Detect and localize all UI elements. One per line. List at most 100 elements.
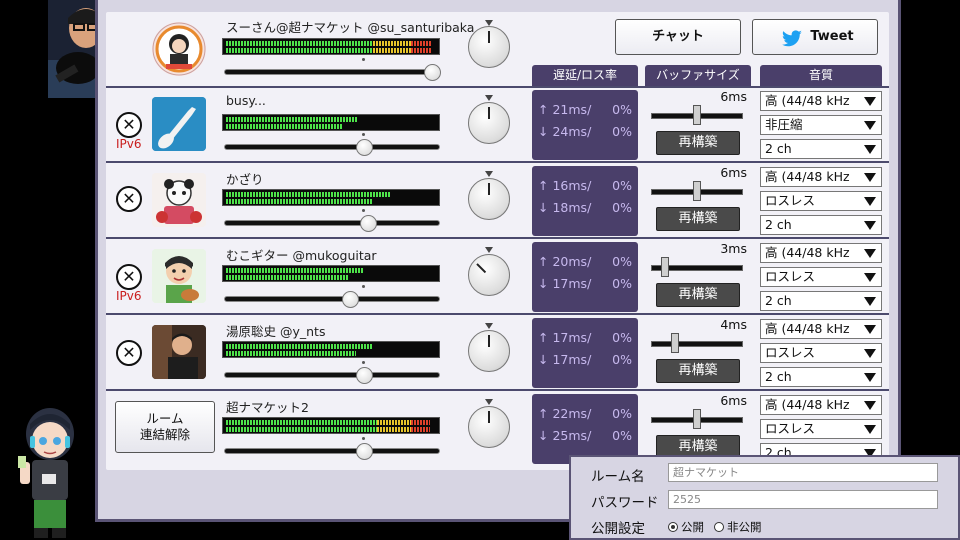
buffer-slider-thumb[interactable] (671, 333, 679, 353)
rebuild-button[interactable]: 再構築 (656, 359, 740, 383)
sample-rate-select[interactable]: 高 (44/48 kHz (760, 167, 882, 187)
up-arrow-icon: ↑ (538, 253, 549, 269)
sample-rate-select[interactable]: 高 (44/48 kHz (760, 395, 882, 415)
chevron-down-icon[interactable] (861, 169, 879, 185)
avatar (152, 249, 206, 303)
pan-knob[interactable] (468, 102, 510, 144)
volume-slider-thumb[interactable] (356, 443, 373, 460)
chevron-down-icon[interactable] (861, 345, 879, 361)
close-circle-icon[interactable]: ✕ (116, 186, 142, 212)
channels-select[interactable]: 2 ch (760, 215, 882, 235)
sample-rate-select[interactable]: 高 (44/48 kHz (760, 91, 882, 111)
close-circle-icon[interactable]: ✕ (116, 112, 142, 138)
volume-slider-thumb[interactable] (424, 64, 441, 81)
buffer-slider-thumb[interactable] (693, 409, 701, 429)
volume-slider[interactable] (222, 361, 442, 384)
volume-slider-thumb[interactable] (342, 291, 359, 308)
rebuild-button[interactable]: 再構築 (656, 207, 740, 231)
public-radio[interactable]: 公開 (668, 519, 704, 535)
pan-indicator-icon (485, 171, 493, 177)
chevron-down-icon[interactable] (861, 117, 879, 133)
chevron-down-icon[interactable] (861, 269, 879, 285)
row-divider (106, 313, 889, 315)
chevron-down-icon[interactable] (861, 193, 879, 209)
chevron-down-icon[interactable] (861, 369, 879, 385)
codec-select[interactable]: ロスレス (760, 343, 882, 363)
codec-select[interactable]: ロスレス (760, 267, 882, 287)
channels-select[interactable]: 2 ch (760, 139, 882, 159)
codec-value: 非圧縮 (765, 117, 803, 132)
volume-slider[interactable] (222, 209, 442, 232)
disconnect-label-line2: 連結解除 (139, 427, 190, 442)
tweet-button[interactable]: Tweet (752, 19, 878, 55)
buffer-slider-thumb[interactable] (693, 181, 701, 201)
channels-select[interactable]: 2 ch (760, 367, 882, 387)
radio-checked-icon (668, 522, 678, 532)
chevron-down-icon[interactable] (861, 217, 879, 233)
volume-slider-thumb[interactable] (360, 215, 377, 232)
chevron-down-icon[interactable] (861, 93, 879, 109)
level-meter (222, 417, 440, 434)
down-arrow-icon: ↓ (538, 427, 549, 443)
streamer-avatar-character (14, 404, 84, 540)
close-circle-icon[interactable]: ✕ (116, 264, 142, 290)
codec-select[interactable]: ロスレス (760, 419, 882, 439)
pan-knob[interactable] (468, 178, 510, 220)
pan-indicator-icon (485, 247, 493, 253)
codec-select[interactable]: ロスレス (760, 191, 882, 211)
room-disconnect-button[interactable]: ルーム 連結解除 (115, 401, 215, 453)
close-circle-icon[interactable]: ✕ (116, 340, 142, 366)
audio-quality-header: 音質 (760, 65, 882, 86)
volume-slider-thumb[interactable] (356, 139, 373, 156)
pan-knob[interactable] (468, 254, 510, 296)
level-meter (222, 341, 440, 358)
chevron-down-icon[interactable] (861, 245, 879, 261)
chevron-down-icon[interactable] (861, 293, 879, 309)
sample-rate-select[interactable]: 高 (44/48 kHz (760, 319, 882, 339)
buffer-slider-thumb[interactable] (693, 105, 701, 125)
codec-select[interactable]: 非圧縮 (760, 115, 882, 135)
pan-knob[interactable] (468, 330, 510, 372)
chevron-down-icon[interactable] (861, 421, 879, 437)
private-radio-label: 非公開 (727, 520, 762, 534)
volume-slider[interactable] (222, 285, 442, 308)
password-field[interactable]: 2525 (668, 490, 938, 509)
chevron-down-icon[interactable] (861, 141, 879, 157)
upstream-loss: 0% (612, 405, 632, 421)
up-arrow-icon: ↑ (538, 177, 549, 193)
downstream-loss: 0% (612, 123, 632, 139)
upstream-latency: 20ms/ (552, 253, 592, 269)
sample-rate-value: 高 (44/48 kHz (765, 169, 850, 184)
volume-slider[interactable] (222, 437, 442, 460)
member-name: 湯原聡史 @y_nts (226, 324, 326, 339)
chevron-down-icon[interactable] (861, 321, 879, 337)
pan-knob[interactable] (468, 406, 510, 448)
chevron-down-icon[interactable] (861, 397, 879, 413)
codec-value: ロスレス (765, 269, 816, 284)
codec-value: ロスレス (765, 193, 816, 208)
pan-knob[interactable] (468, 26, 510, 68)
volume-slider-thumb[interactable] (356, 367, 373, 384)
avatar (152, 325, 206, 379)
chat-button[interactable]: チャット (615, 19, 741, 55)
rebuild-button[interactable]: 再構築 (656, 283, 740, 307)
rebuild-button[interactable]: 再構築 (656, 131, 740, 155)
channels-select[interactable]: 2 ch (760, 291, 882, 311)
channels-value: 2 ch (765, 293, 792, 308)
buffer-slider[interactable] (651, 341, 743, 347)
buffer-size-header: バッファサイズ (645, 65, 751, 86)
up-arrow-icon: ↑ (538, 405, 549, 421)
sample-rate-select[interactable]: 高 (44/48 kHz (760, 243, 882, 263)
downstream-loss: 0% (612, 427, 632, 443)
room-name-field[interactable]: 超ナマケット (668, 463, 938, 482)
buffer-control: 4ms 再構築 (645, 317, 751, 389)
member-name: スーさん@超ナマケット @su_santuribaka (226, 20, 475, 35)
downstream-latency: 17ms/ (552, 275, 592, 291)
volume-slider[interactable] (222, 58, 442, 81)
row-divider (106, 86, 889, 88)
buffer-slider-thumb[interactable] (661, 257, 669, 277)
volume-slider[interactable] (222, 133, 442, 156)
private-radio[interactable]: 非公開 (714, 519, 762, 535)
level-meter (222, 38, 440, 55)
buffer-size-value: 3ms (720, 241, 747, 256)
